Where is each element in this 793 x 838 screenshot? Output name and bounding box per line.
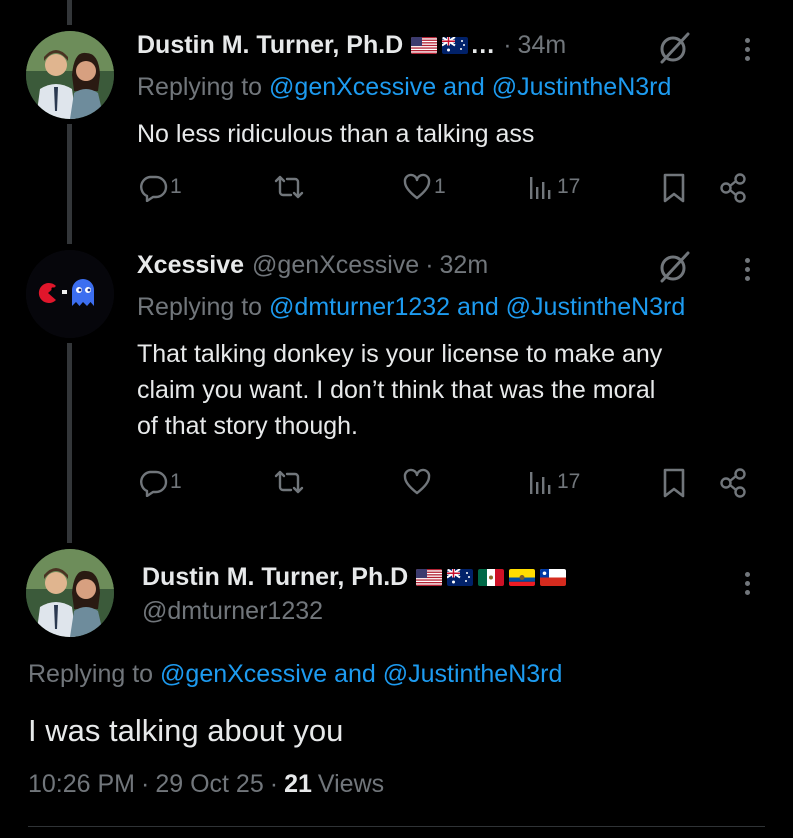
time-separator: · xyxy=(425,251,434,279)
more-icon[interactable] xyxy=(743,254,751,285)
avatar[interactable] xyxy=(26,549,114,637)
reply-handles-link[interactable]: @genXcessive and @JustintheN3rd xyxy=(160,660,562,688)
time-separator: · xyxy=(503,31,512,59)
like-button[interactable] xyxy=(402,467,432,497)
display-name[interactable]: Xcessive xyxy=(137,251,244,280)
tweet-text-line: of that story though. xyxy=(137,412,358,440)
views-count: 21 xyxy=(284,770,312,798)
flag-mx-icon xyxy=(478,569,505,586)
retweet-icon xyxy=(272,467,306,497)
bookmark-icon xyxy=(660,172,688,204)
more-icon[interactable] xyxy=(743,34,751,65)
reply-icon xyxy=(138,467,168,497)
bookmark-icon xyxy=(660,467,688,499)
tweet-text: No less ridiculous than a talking ass xyxy=(137,120,535,148)
name-ellipsis: … xyxy=(470,31,496,59)
display-name[interactable]: Dustin M. Turner, Ph.D xyxy=(142,563,408,592)
reply-prefix: Replying to xyxy=(137,73,263,101)
reply-button[interactable]: 1 xyxy=(138,467,182,497)
flag-cl-icon xyxy=(540,569,567,586)
tweet-header: Xcessive @genXcessive · 32m xyxy=(137,251,488,280)
flag-au-icon xyxy=(447,569,474,586)
views-icon xyxy=(526,467,556,497)
tweet-text-line: claim you want. I don’t think that was t… xyxy=(137,376,656,404)
tweet-meta: 10:26 PM · 29 Oct 25 · 21 Views xyxy=(28,770,384,799)
views-icon xyxy=(526,172,556,202)
views-count: 17 xyxy=(557,470,581,493)
share-button[interactable] xyxy=(718,467,748,499)
retweet-button[interactable] xyxy=(272,467,306,497)
avatar[interactable] xyxy=(26,250,114,338)
thread-line-top xyxy=(67,0,72,25)
share-icon xyxy=(718,172,748,204)
thread-line-1 xyxy=(67,124,72,244)
grok-icon[interactable] xyxy=(657,250,691,289)
share-icon xyxy=(718,467,748,499)
display-name[interactable]: Dustin M. Turner, Ph.D xyxy=(137,31,403,60)
tweet-header: Dustin M. Turner, Ph.D xyxy=(142,563,567,592)
tweet-text: I was talking about you xyxy=(28,713,344,748)
handle[interactable]: @genXcessive xyxy=(252,251,419,280)
replying-to: Replying to @dmturner1232 and @Justinthe… xyxy=(137,293,685,322)
avatar[interactable] xyxy=(26,31,114,119)
flag-us-icon xyxy=(416,569,443,586)
like-button[interactable]: 1 xyxy=(402,172,446,202)
reply-prefix: Replying to xyxy=(137,293,263,321)
tweet-date[interactable]: 29 Oct 25 xyxy=(155,770,263,799)
reply-handles-link[interactable]: @dmturner1232 and @JustintheN3rd xyxy=(269,293,685,321)
tweet-text-line: That talking donkey is your license to m… xyxy=(137,340,663,368)
reply-count: 1 xyxy=(170,175,182,198)
reply-count: 1 xyxy=(170,470,182,493)
more-icon[interactable] xyxy=(743,568,751,599)
bookmark-button[interactable] xyxy=(660,467,688,499)
reply-icon xyxy=(138,172,168,202)
like-count: 1 xyxy=(434,175,446,198)
views-label: Views xyxy=(317,770,385,798)
grok-icon[interactable] xyxy=(657,31,691,70)
bookmark-button[interactable] xyxy=(660,172,688,204)
views-button[interactable]: 17 xyxy=(526,467,580,497)
share-button[interactable] xyxy=(718,172,748,204)
tweet-time[interactable]: 10:26 PM xyxy=(28,770,135,799)
like-icon xyxy=(402,172,432,202)
reply-handles-link[interactable]: @genXcessive and @JustintheN3rd xyxy=(269,73,671,101)
flag-au-icon xyxy=(442,37,469,54)
replying-to: Replying to @genXcessive and @JustintheN… xyxy=(137,73,671,102)
retweet-icon xyxy=(272,172,306,202)
like-icon xyxy=(402,467,432,497)
tweet-text: That talking donkey is your license to m… xyxy=(137,336,662,444)
thread-line-2 xyxy=(67,343,72,543)
replying-to: Replying to @genXcessive and @JustintheN… xyxy=(28,660,562,689)
views-button[interactable]: 17 xyxy=(526,172,580,202)
flag-ec-icon xyxy=(509,569,536,586)
timestamp[interactable]: 32m xyxy=(440,251,489,280)
retweet-button[interactable] xyxy=(272,172,306,202)
views-count: 17 xyxy=(557,175,581,198)
tweet-header: Dustin M. Turner, Ph.D … · 34m xyxy=(137,31,566,60)
meta-separator: · xyxy=(141,770,150,798)
handle[interactable]: @dmturner1232 xyxy=(142,597,323,626)
timestamp[interactable]: 34m xyxy=(518,31,567,60)
reply-prefix: Replying to xyxy=(28,660,154,688)
flag-us-icon xyxy=(411,37,438,54)
meta-separator: · xyxy=(269,770,279,798)
divider xyxy=(28,826,765,827)
reply-button[interactable]: 1 xyxy=(138,172,182,202)
